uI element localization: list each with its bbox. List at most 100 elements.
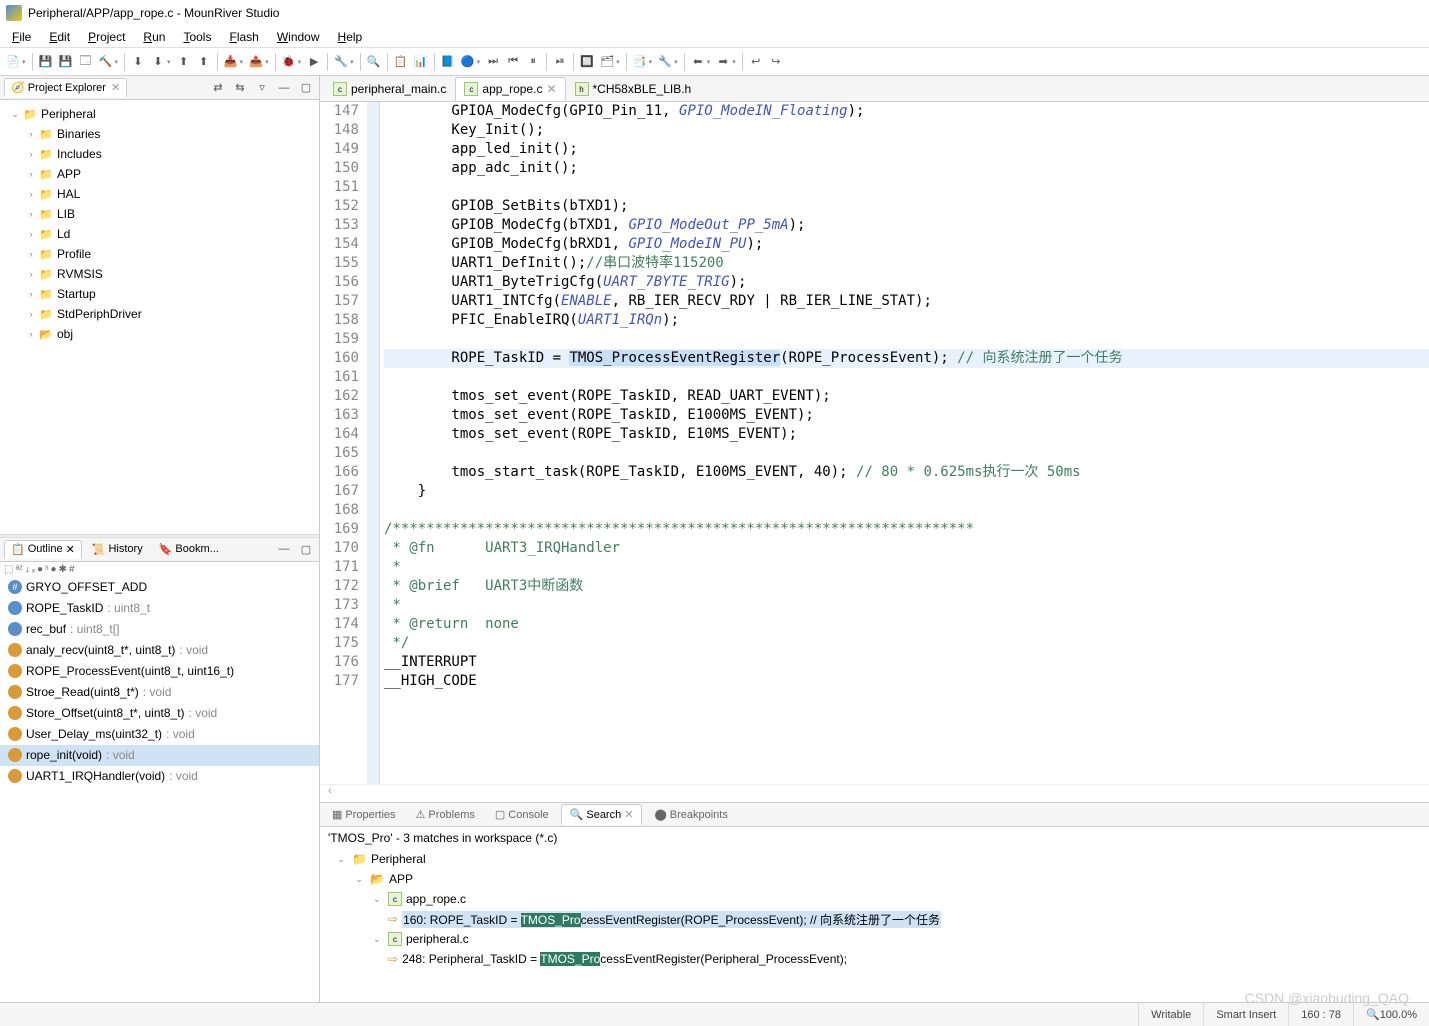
toolbar-button[interactable]: 💾: [37, 53, 55, 71]
chevron-down-icon[interactable]: ▾: [707, 58, 711, 66]
toolbar-button[interactable]: ⬆: [195, 53, 213, 71]
chevron-down-icon[interactable]: ▾: [265, 58, 269, 66]
menu-project[interactable]: Project: [80, 28, 133, 46]
toolbar-button[interactable]: ⬇: [129, 53, 147, 71]
outline-item[interactable]: analy_recv(uint8_t*, uint8_t) : void: [0, 640, 319, 661]
view-menu-icon[interactable]: ▿: [253, 79, 271, 97]
bottom-tab-problems[interactable]: ⚠ Problems: [408, 805, 483, 824]
menu-file[interactable]: File: [4, 28, 39, 46]
toolbar-button[interactable]: 🔨: [97, 53, 115, 71]
tree-item-obj[interactable]: ›📂obj: [4, 324, 315, 344]
bottom-tab-properties[interactable]: ▦ Properties: [324, 805, 404, 824]
chevron-down-icon[interactable]: ▾: [115, 58, 119, 66]
minimize-icon[interactable]: —: [275, 79, 293, 97]
tree-item-binaries[interactable]: ›📁Binaries: [4, 124, 315, 144]
outline-item[interactable]: User_Delay_ms(uint32_t) : void: [0, 724, 319, 745]
editor-tab[interactable]: h*CH58xBLE_LIB.h: [566, 77, 701, 101]
toolbar-button[interactable]: ⬅: [689, 53, 707, 71]
tree-item-includes[interactable]: ›📁Includes: [4, 144, 315, 164]
hscroll[interactable]: ‹: [320, 784, 1429, 802]
toolbar-button[interactable]: 📑: [631, 53, 649, 71]
menu-help[interactable]: Help: [330, 28, 371, 46]
toolbar-button[interactable]: 🔧: [332, 53, 350, 71]
menu-run[interactable]: Run: [135, 28, 173, 46]
search-match[interactable]: ⇨ 248: Peripheral_TaskID = TMOS_ProcessE…: [328, 949, 1421, 969]
project-root[interactable]: ⌄📁Peripheral: [4, 104, 315, 124]
toolbar-button[interactable]: ⬆: [175, 53, 193, 71]
chevron-down-icon[interactable]: ▾: [674, 58, 678, 66]
bottom-tab-search[interactable]: 🔍 Search ✕: [561, 804, 643, 825]
maximize-icon[interactable]: ▢: [297, 540, 315, 558]
toolbar-button[interactable]: ↩: [747, 53, 765, 71]
toolbar-button[interactable]: 🔲: [578, 53, 596, 71]
collapse-all-icon[interactable]: ⇄: [209, 79, 227, 97]
toolbar-button[interactable]: 📊: [412, 53, 430, 71]
outline-item[interactable]: Stroe_Read(uint8_t*) : void: [0, 682, 319, 703]
chevron-down-icon[interactable]: ▾: [167, 58, 171, 66]
tree-item-hal[interactable]: ›📁HAL: [4, 184, 315, 204]
tree-item-rvmsis[interactable]: ›📁RVMSIS: [4, 264, 315, 284]
toolbar-button[interactable]: 🗂: [598, 53, 616, 71]
bottom-tab-breakpoints[interactable]: ⬤ Breakpoints: [646, 805, 735, 824]
tree-item-ld[interactable]: ›📁Ld: [4, 224, 315, 244]
chevron-down-icon[interactable]: ▾: [616, 58, 620, 66]
outline-item[interactable]: Store_Offset(uint8_t*, uint8_t) : void: [0, 703, 319, 724]
close-icon[interactable]: ✕: [624, 808, 633, 821]
close-icon[interactable]: ✕: [546, 82, 556, 96]
code-area[interactable]: GPIOA_ModeCfg(GPIO_Pin_11, GPIO_ModeIN_F…: [380, 102, 1429, 784]
close-icon[interactable]: ✕: [111, 81, 120, 94]
toolbar-button[interactable]: 🔧: [656, 53, 674, 71]
tree-item-startup[interactable]: ›📁Startup: [4, 284, 315, 304]
editor-tab[interactable]: capp_rope.c ✕: [455, 77, 565, 101]
maximize-icon[interactable]: ▢: [297, 79, 315, 97]
tree-item-lib[interactable]: ›📁LIB: [4, 204, 315, 224]
minimize-icon[interactable]: —: [275, 540, 293, 558]
toolbar-button[interactable]: ➡: [714, 53, 732, 71]
chevron-down-icon[interactable]: ▾: [477, 58, 481, 66]
toolbar-button[interactable]: 🗔: [77, 53, 95, 71]
toolbar-button[interactable]: ⏮: [504, 53, 522, 71]
chevron-down-icon[interactable]: ▾: [298, 58, 302, 66]
toolbar-button[interactable]: 📤: [247, 53, 265, 71]
toolbar-button[interactable]: 📥: [222, 53, 240, 71]
toolbar-button[interactable]: 📘: [439, 53, 457, 71]
toolbar-button[interactable]: 💾: [57, 53, 75, 71]
toolbar-button[interactable]: 🔍: [365, 53, 383, 71]
tree-item-app[interactable]: ›📁APP: [4, 164, 315, 184]
toolbar-button[interactable]: ⬇: [149, 53, 167, 71]
outline-item[interactable]: rec_buf : uint8_t[]: [0, 619, 319, 640]
chevron-down-icon[interactable]: ▾: [350, 58, 354, 66]
chevron-down-icon[interactable]: ▾: [732, 58, 736, 66]
toolbar-button[interactable]: ▶: [305, 53, 323, 71]
menu-tools[interactable]: Tools: [175, 28, 219, 46]
tree-item-profile[interactable]: ›📁Profile: [4, 244, 315, 264]
outline-item[interactable]: UART1_IRQHandler(void) : void: [0, 766, 319, 787]
search-file[interactable]: ⌄c peripheral.c: [328, 929, 1421, 949]
outline-tab[interactable]: 📋 Outline ✕: [4, 540, 82, 559]
editor-tab[interactable]: cperipheral_main.c: [324, 77, 455, 101]
bottom-tab-console[interactable]: ▢ Console: [487, 805, 557, 824]
outline-item[interactable]: ROPE_TaskID : uint8_t: [0, 598, 319, 619]
toolbar-button[interactable]: 📄: [4, 53, 22, 71]
search-file[interactable]: ⌄c app_rope.c: [328, 889, 1421, 909]
toolbar-button[interactable]: 📋: [392, 53, 410, 71]
menu-flash[interactable]: Flash: [221, 28, 266, 46]
outline-item[interactable]: ROPE_ProcessEvent(uint8_t, uint16_t): [0, 661, 319, 682]
bookmarks-tab[interactable]: 🔖 Bookm...: [153, 541, 225, 558]
tree-item-stdperiphdriver[interactable]: ›📁StdPeriphDriver: [4, 304, 315, 324]
toolbar-button[interactable]: 🔵: [459, 53, 477, 71]
editor[interactable]: 1471481491501511521531541551561571581591…: [320, 102, 1429, 784]
project-explorer-tab[interactable]: 🧭 Project Explorer ✕: [4, 78, 127, 97]
search-root[interactable]: ⌄📁 Peripheral: [328, 849, 1421, 869]
chevron-down-icon[interactable]: ▾: [649, 58, 653, 66]
outline-item[interactable]: #GRYO_OFFSET_ADD: [0, 577, 319, 598]
menu-edit[interactable]: Edit: [41, 28, 78, 46]
toolbar-button[interactable]: ↪: [767, 53, 785, 71]
outline-item[interactable]: rope_init(void) : void: [0, 745, 319, 766]
chevron-down-icon[interactable]: ▾: [240, 58, 244, 66]
chevron-down-icon[interactable]: ▾: [22, 58, 26, 66]
link-editor-icon[interactable]: ⇆: [231, 79, 249, 97]
outline-body[interactable]: #GRYO_OFFSET_ADDROPE_TaskID : uint8_trec…: [0, 577, 319, 1003]
toolbar-button[interactable]: ⏭: [484, 53, 502, 71]
search-match[interactable]: ⇨ 160: ROPE_TaskID = TMOS_ProcessEventRe…: [328, 909, 1421, 929]
